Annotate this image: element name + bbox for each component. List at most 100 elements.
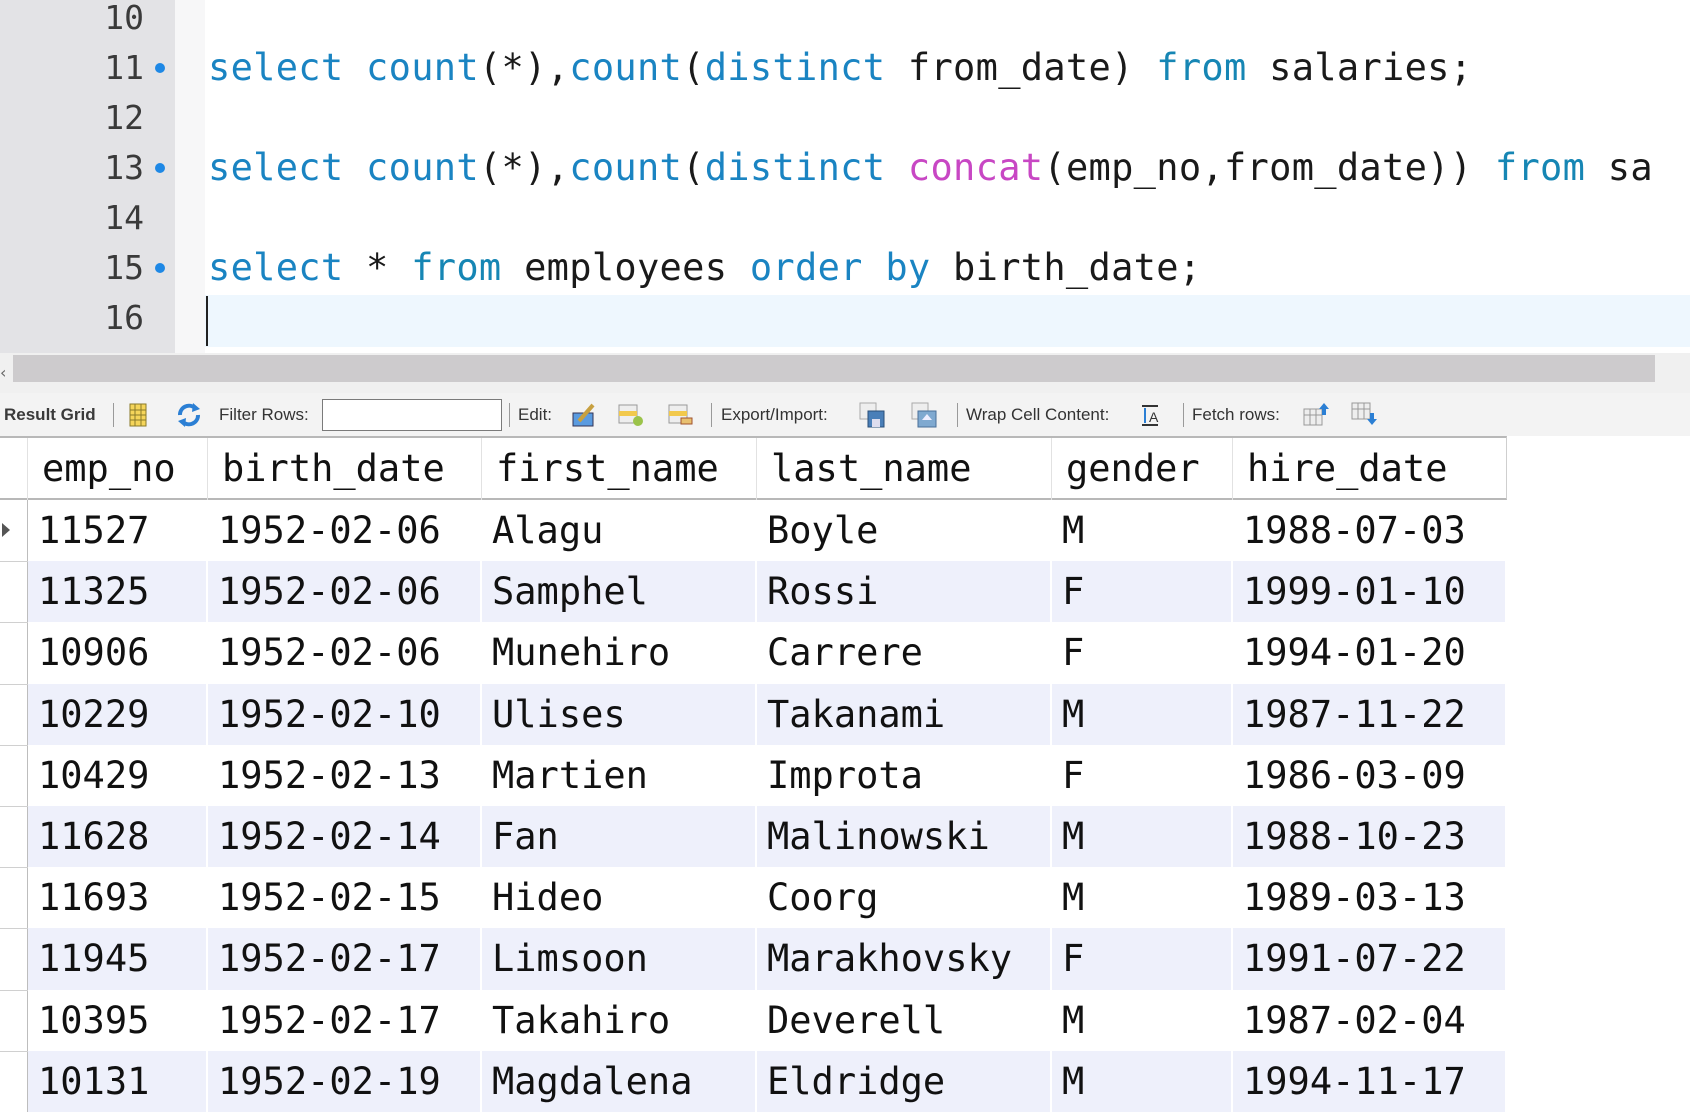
cell-birth-date[interactable]: 1952-02-06 [208, 622, 482, 684]
table-row[interactable]: 10429 1952-02-13 Martien Improta F 1986-03-09 [28, 744, 1507, 806]
cell-emp-no[interactable]: 11628 [28, 806, 208, 868]
column-header-birth-date[interactable]: birth_date [208, 438, 482, 500]
result-grid[interactable]: emp_no birth_date first_name last_name g… [0, 436, 1690, 1112]
cell-last-name[interactable]: Malinowski [757, 806, 1052, 868]
cell-emp-no[interactable]: 10906 [28, 622, 208, 684]
form-grid-icon[interactable] [124, 401, 152, 429]
cell-first-name[interactable]: Limsoon [482, 928, 757, 990]
cell-last-name[interactable]: Deverell [757, 989, 1052, 1051]
cell-last-name[interactable]: Marakhovsky [757, 928, 1052, 990]
column-header-last-name[interactable]: last_name [757, 438, 1052, 500]
cell-hire-date[interactable]: 1986-03-09 [1233, 744, 1507, 806]
cell-hire-date[interactable]: 1994-11-17 [1233, 1050, 1507, 1112]
cell-birth-date[interactable]: 1952-02-17 [208, 989, 482, 1051]
cell-first-name[interactable]: Magdalena [482, 1050, 757, 1112]
cell-emp-no[interactable]: 11527 [28, 500, 208, 562]
cell-gender[interactable]: F [1052, 928, 1233, 990]
cell-gender[interactable]: M [1052, 500, 1233, 562]
cell-gender[interactable]: F [1052, 622, 1233, 684]
editor-horizontal-scrollbar[interactable]: ‹ [0, 353, 1690, 393]
table-row[interactable]: 11693 1952-02-15 Hideo Coorg M 1989-03-13 [28, 867, 1507, 929]
cell-birth-date[interactable]: 1952-02-14 [208, 806, 482, 868]
cell-birth-date[interactable]: 1952-02-06 [208, 500, 482, 562]
cell-hire-date[interactable]: 1987-11-22 [1233, 683, 1507, 745]
table-row[interactable]: 11945 1952-02-17 Limsoon Marakhovsky F 1991-0… [28, 928, 1507, 990]
cell-first-name[interactable]: Alagu [482, 500, 757, 562]
table-row[interactable]: 10131 1952-02-19 Magdalena Eldridge M 1994-11… [28, 1050, 1507, 1112]
row-selector-gutter[interactable] [0, 500, 28, 1112]
cell-first-name[interactable]: Takahiro [482, 989, 757, 1051]
code-line[interactable]: 15 select * from employees order by birth… [0, 243, 1690, 293]
scroll-left-arrow-icon[interactable]: ‹ [0, 361, 12, 385]
cell-birth-date[interactable]: 1952-02-06 [208, 561, 482, 623]
cell-birth-date[interactable]: 1952-02-15 [208, 867, 482, 929]
cell-hire-date[interactable]: 1987-02-04 [1233, 989, 1507, 1051]
cell-gender[interactable]: F [1052, 561, 1233, 623]
cell-last-name[interactable]: Takanami [757, 683, 1052, 745]
cell-hire-date[interactable]: 1991-07-22 [1233, 928, 1507, 990]
cell-gender[interactable]: M [1052, 683, 1233, 745]
cell-last-name[interactable]: Eldridge [757, 1050, 1052, 1112]
cell-gender[interactable]: M [1052, 806, 1233, 868]
cell-first-name[interactable]: Munehiro [482, 622, 757, 684]
column-header-hire-date[interactable]: hire_date [1233, 438, 1506, 500]
cell-emp-no[interactable]: 11325 [28, 561, 208, 623]
cell-last-name[interactable]: Carrere [757, 622, 1052, 684]
cell-gender[interactable]: M [1052, 867, 1233, 929]
delete-row-icon[interactable] [666, 401, 694, 429]
table-row[interactable]: 11628 1952-02-14 Fan Malinowski M 1988-10-23 [28, 806, 1507, 868]
column-header-gender[interactable]: gender [1052, 438, 1233, 500]
cell-hire-date[interactable]: 1999-01-10 [1233, 561, 1507, 623]
cell-hire-date[interactable]: 1989-03-13 [1233, 867, 1507, 929]
cell-emp-no[interactable]: 11945 [28, 928, 208, 990]
cell-emp-no[interactable]: 10429 [28, 744, 208, 806]
cell-birth-date[interactable]: 1952-02-10 [208, 683, 482, 745]
cell-first-name[interactable]: Fan [482, 806, 757, 868]
export-save-icon[interactable] [858, 401, 886, 429]
scrollbar-thumb[interactable] [13, 355, 1655, 382]
result-grid-tab[interactable]: Result Grid [4, 393, 96, 437]
column-header-emp-no[interactable]: emp_no [28, 438, 208, 500]
code-line[interactable]: 10 [0, 0, 1690, 43]
import-icon[interactable] [910, 401, 938, 429]
cell-hire-date[interactable]: 1988-10-23 [1233, 806, 1507, 868]
cell-emp-no[interactable]: 11693 [28, 867, 208, 929]
cell-birth-date[interactable]: 1952-02-19 [208, 1050, 482, 1112]
table-row[interactable]: 11527 1952-02-06 Alagu Boyle M 1988-07-03 [28, 500, 1507, 562]
code-line[interactable]: 14 [0, 193, 1690, 243]
code-line[interactable]: 11 select count(*),count(distinct from_da… [0, 43, 1690, 93]
code-line[interactable]: 13 select count(*),count(distinct concat(… [0, 143, 1690, 193]
cell-emp-no[interactable]: 10229 [28, 683, 208, 745]
cell-hire-date[interactable]: 1994-01-20 [1233, 622, 1507, 684]
cell-last-name[interactable]: Rossi [757, 561, 1052, 623]
cell-last-name[interactable]: Coorg [757, 867, 1052, 929]
cell-birth-date[interactable]: 1952-02-17 [208, 928, 482, 990]
add-row-icon[interactable] [616, 401, 644, 429]
cell-hire-date[interactable]: 1988-07-03 [1233, 500, 1507, 562]
cell-first-name[interactable]: Ulises [482, 683, 757, 745]
table-row[interactable]: 10906 1952-02-06 Munehiro Carrere F 1994-01-2… [28, 622, 1507, 684]
refresh-icon[interactable] [175, 401, 203, 429]
cell-last-name[interactable]: Improta [757, 744, 1052, 806]
wrap-text-icon[interactable]: A [1136, 401, 1164, 429]
filter-rows-input[interactable] [322, 399, 502, 431]
cell-gender[interactable]: M [1052, 989, 1233, 1051]
cell-emp-no[interactable]: 10131 [28, 1050, 208, 1112]
fetch-previous-icon[interactable] [1302, 401, 1330, 429]
sql-editor[interactable]: 10 11 select count(*),count(distinct from_… [0, 0, 1690, 353]
cell-gender[interactable]: F [1052, 744, 1233, 806]
cell-first-name[interactable]: Hideo [482, 867, 757, 929]
cell-emp-no[interactable]: 10395 [28, 989, 208, 1051]
code-line[interactable]: 12 [0, 93, 1690, 143]
edit-cell-icon[interactable] [570, 401, 598, 429]
column-header-first-name[interactable]: first_name [482, 438, 757, 500]
cell-last-name[interactable]: Boyle [757, 500, 1052, 562]
fetch-next-icon[interactable] [1350, 401, 1378, 429]
code-line[interactable]: 16 [0, 293, 1690, 343]
table-row[interactable]: 10229 1952-02-10 Ulises Takanami M 1987-11-22 [28, 683, 1507, 745]
table-row[interactable]: 11325 1952-02-06 Samphel Rossi F 1999-01-10 [28, 561, 1507, 623]
cell-first-name[interactable]: Martien [482, 744, 757, 806]
cell-birth-date[interactable]: 1952-02-13 [208, 744, 482, 806]
cell-first-name[interactable]: Samphel [482, 561, 757, 623]
table-row[interactable]: 10395 1952-02-17 Takahiro Deverell M 1987-02-… [28, 989, 1507, 1051]
